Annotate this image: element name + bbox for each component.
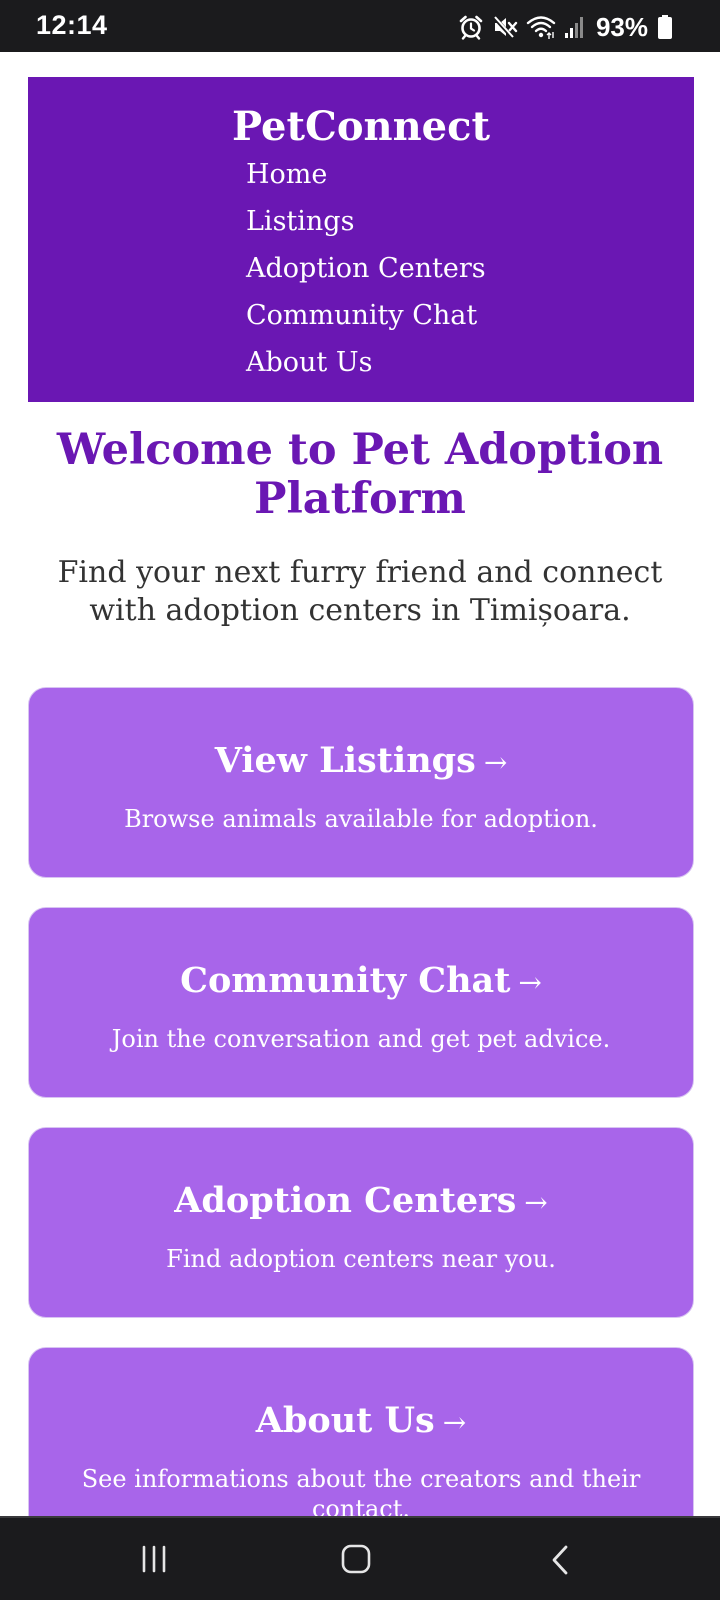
card-description: Find adoption centers near you. <box>166 1245 556 1273</box>
arrow-right-icon: → <box>524 1186 548 1219</box>
signal-icon <box>564 14 586 40</box>
status-icons: 93% <box>458 12 672 42</box>
recents-icon[interactable] <box>138 1544 172 1578</box>
main-navigation: Home Listings Adoption Centers Community… <box>246 151 486 386</box>
adoption-centers-card[interactable]: Adoption Centers → Find adoption centers … <box>28 1127 694 1318</box>
card-title: Adoption Centers <box>174 1180 517 1221</box>
community-chat-card[interactable]: Community Chat → Join the conversation an… <box>28 907 694 1098</box>
nav-link-community-chat[interactable]: Community Chat <box>246 292 486 339</box>
mute-icon <box>492 14 518 40</box>
home-icon[interactable] <box>340 1543 372 1579</box>
card-description: See informations about the creators and … <box>81 1465 641 1516</box>
card-description: Browse animals available for adoption. <box>124 805 598 833</box>
page-viewport[interactable]: PetConnect Home Listings Adoption Center… <box>0 52 720 1516</box>
arrow-right-icon: → <box>518 966 542 999</box>
status-time: 12:14 <box>36 10 108 40</box>
view-listings-card[interactable]: View Listings → Browse animals available … <box>28 687 694 878</box>
site-logo[interactable]: PetConnect <box>28 103 694 151</box>
card-title-row: Community Chat → <box>29 960 693 1004</box>
alarm-icon <box>458 14 484 40</box>
status-bar: 12:14 93% <box>0 0 720 52</box>
page-title: Welcome to Pet Adoption Platform <box>56 425 664 524</box>
page-tagline: Find your next furry friend and connect … <box>57 555 663 628</box>
about-us-card[interactable]: About Us → See informations about the cre… <box>28 1347 694 1516</box>
card-title: About Us <box>255 1400 435 1441</box>
card-title-row: Adoption Centers → <box>29 1180 693 1224</box>
nav-link-home[interactable]: Home <box>246 151 486 198</box>
back-icon[interactable] <box>548 1544 572 1580</box>
battery-icon <box>658 15 672 39</box>
nav-link-listings[interactable]: Listings <box>246 198 486 245</box>
system-navigation-bar <box>0 1516 720 1600</box>
card-description: Join the conversation and get pet advice… <box>111 1025 611 1053</box>
battery-percentage: 93% <box>595 11 648 42</box>
card-title: Community Chat <box>180 960 511 1001</box>
arrow-right-icon: → <box>442 1406 467 1439</box>
wifi-icon <box>526 14 556 40</box>
arrow-right-icon: → <box>483 746 508 779</box>
card-title: View Listings <box>214 740 476 781</box>
site-header: PetConnect Home Listings Adoption Center… <box>28 77 694 402</box>
nav-link-about-us[interactable]: About Us <box>246 339 486 386</box>
nav-link-adoption-centers[interactable]: Adoption Centers <box>246 245 486 292</box>
card-title-row: About Us → <box>29 1400 693 1444</box>
card-title-row: View Listings → <box>29 740 693 784</box>
